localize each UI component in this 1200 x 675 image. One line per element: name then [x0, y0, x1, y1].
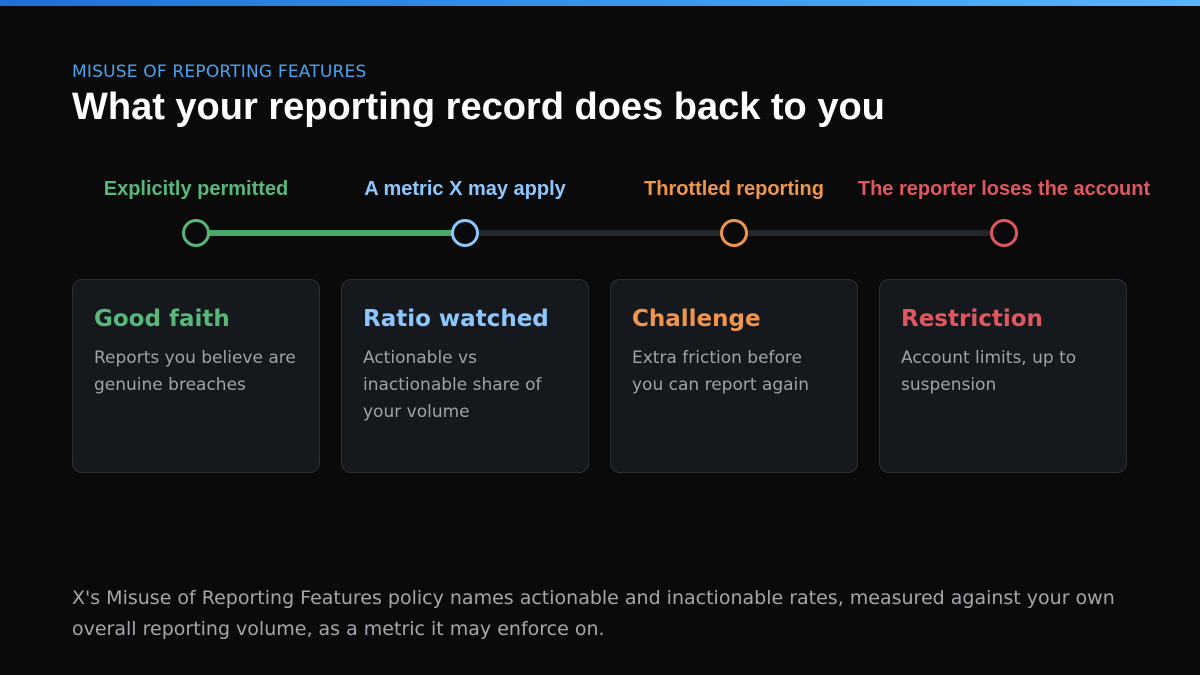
timeline-track-progress: [196, 230, 465, 236]
card-body: Account limits, up to suspension: [901, 348, 1077, 395]
section-eyebrow: MISUSE OF REPORTING FEATURES: [72, 62, 367, 82]
stage-node-throttled: [720, 219, 748, 247]
stage-label-permitted: Explicitly permitted: [103, 178, 289, 200]
stage-node-metric: [451, 219, 479, 247]
card-body: Extra friction before you can report aga…: [632, 348, 810, 395]
top-accent-bar: [0, 0, 1200, 6]
card-body: Reports you believe are genuine breaches: [94, 348, 296, 395]
stage-node-permitted: [182, 219, 210, 247]
stage-label-throttled: Throttled reporting: [644, 178, 824, 200]
card-title: Ratio watched: [363, 306, 549, 332]
page-title: What your reporting record does back to …: [72, 86, 885, 128]
stage-label-metric: A metric X may apply: [364, 178, 566, 200]
card-title: Challenge: [632, 306, 761, 332]
stage-card-challenge: Challenge Extra friction before you can …: [610, 279, 858, 473]
stage-label-account-loss: The reporter loses the account: [857, 178, 1151, 200]
stage-card-ratio-watched: Ratio watched Actionable vs inactionable…: [341, 279, 589, 473]
stage-node-account-loss: [990, 219, 1018, 247]
card-title: Restriction: [901, 306, 1043, 332]
stage-card-restriction: Restriction Account limits, up to suspen…: [879, 279, 1127, 473]
policy-footnote: X's Misuse of Reporting Features policy …: [72, 587, 1115, 640]
card-title: Good faith: [94, 306, 230, 332]
card-body: Actionable vs inactionable share of your…: [363, 348, 542, 422]
stage-card-good-faith: Good faith Reports you believe are genui…: [72, 279, 320, 473]
